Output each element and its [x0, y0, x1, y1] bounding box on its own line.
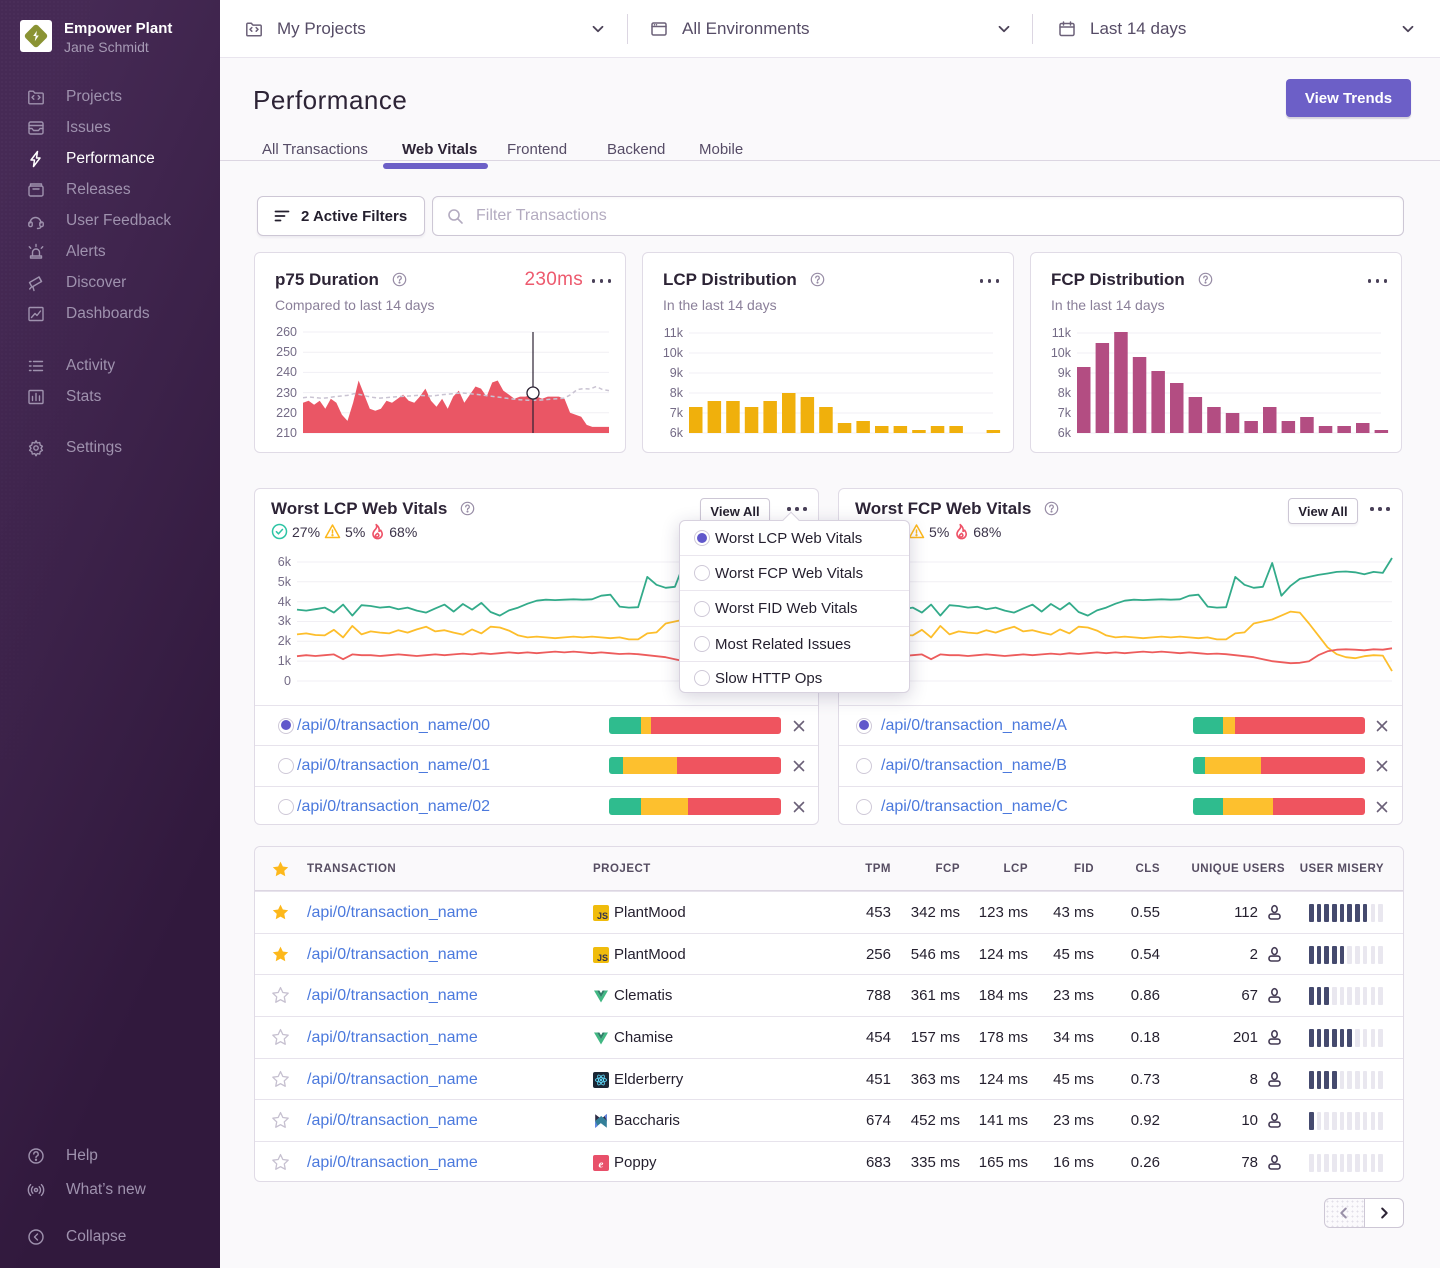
- svg-text:JS: JS: [597, 911, 608, 921]
- svg-text:JS: JS: [597, 953, 608, 963]
- svg-text:e: e: [599, 1158, 604, 1170]
